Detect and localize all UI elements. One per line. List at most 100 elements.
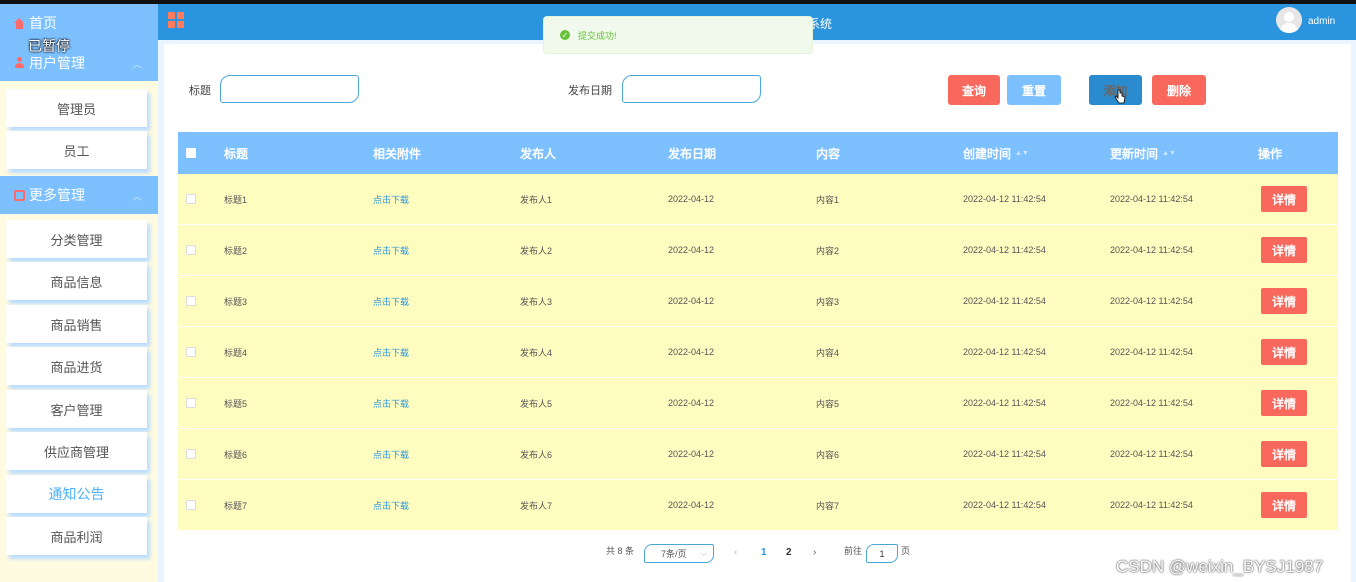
page-suffix: 页 [901, 546, 911, 556]
sidebar-item-product-info[interactable]: 商品信息 [6, 262, 147, 300]
check-circle-icon: ✓ [560, 30, 570, 40]
download-link[interactable]: 点击下载 [373, 429, 409, 479]
sidebar-item-purchase[interactable]: 商品进货 [6, 347, 147, 385]
more-icon [14, 189, 25, 201]
page-button-2[interactable]: 2 [786, 547, 792, 558]
col-attachment: 相关附件 [373, 146, 422, 161]
delete-button[interactable]: 删除 [1152, 75, 1206, 105]
download-link[interactable]: 点击下载 [373, 480, 409, 530]
cell-publish-date: 2022-04-12 [668, 449, 715, 459]
next-page-button[interactable]: › [813, 547, 816, 558]
cell-updated: 2022-04-12 11:42:54 [1110, 500, 1193, 510]
row-checkbox[interactable] [186, 194, 196, 204]
row-checkbox[interactable] [186, 500, 196, 510]
sidebar-item-notice[interactable]: 通知公告 [6, 475, 147, 513]
cell-content: 内容1 [816, 194, 840, 205]
table-row: 标题3 点击下载 发布人3 2022-04-12 内容3 2022-04-12 11:42… [178, 276, 1338, 327]
title-filter-input[interactable] [220, 75, 359, 103]
page-size-value: 7条/页 [661, 549, 687, 559]
download-link[interactable]: 点击下载 [373, 225, 409, 275]
cell-content: 内容7 [816, 500, 840, 511]
sidebar-item-home[interactable]: 首页 [14, 13, 57, 33]
cell-content: 内容3 [816, 296, 840, 307]
watermark: CSDN @weixin_BYSJ1987 [1116, 557, 1324, 576]
cell-title: 标题5 [224, 398, 248, 409]
date-filter-input[interactable] [622, 75, 761, 103]
detail-button[interactable]: 详情 [1261, 339, 1307, 365]
cell-created: 2022-04-12 11:42:54 [963, 449, 1046, 459]
cell-updated: 2022-04-12 11:42:54 [1110, 449, 1193, 459]
cell-title: 标题4 [224, 347, 248, 358]
goto-label: 前往 [844, 546, 863, 556]
cell-updated: 2022-04-12 11:42:54 [1110, 245, 1193, 255]
row-checkbox[interactable] [186, 296, 196, 306]
cell-title: 标题3 [224, 296, 248, 307]
col-content: 内容 [816, 146, 841, 161]
menu-grid-icon[interactable] [168, 12, 184, 28]
cell-updated: 2022-04-12 11:42:54 [1110, 347, 1193, 357]
chevron-up-icon[interactable]: ︿ [132, 188, 142, 203]
cell-publisher: 发布人7 [520, 500, 553, 511]
select-all-checkbox[interactable] [186, 148, 196, 158]
row-checkbox[interactable] [186, 245, 196, 255]
cell-created: 2022-04-12 11:42:54 [963, 500, 1046, 510]
detail-button[interactable]: 详情 [1261, 441, 1307, 467]
cell-content: 内容6 [816, 449, 840, 460]
sidebar-item-sales[interactable]: 商品销售 [6, 305, 147, 343]
row-checkbox[interactable] [186, 449, 196, 459]
row-checkbox[interactable] [186, 347, 196, 357]
sort-icon[interactable]: ▲▼ [1162, 150, 1176, 157]
detail-button[interactable]: 详情 [1261, 288, 1307, 314]
reset-button[interactable]: 重置 [1007, 75, 1061, 105]
title-filter-label: 标题 [189, 85, 211, 97]
download-link[interactable]: 点击下载 [373, 174, 409, 224]
prev-page-button[interactable]: ‹ [734, 547, 737, 558]
hand-cursor-icon [1114, 89, 1126, 104]
sidebar-item-supplier[interactable]: 供应商管理 [6, 432, 147, 470]
username[interactable]: admin [1308, 16, 1335, 27]
query-button[interactable]: 查询 [948, 75, 1000, 105]
sidebar-item-customer[interactable]: 客户管理 [6, 390, 147, 428]
col-publish-date: 发布日期 [668, 146, 717, 161]
chevron-up-icon[interactable]: ︿ [132, 56, 142, 71]
download-link[interactable]: 点击下载 [373, 276, 409, 326]
detail-button[interactable]: 详情 [1261, 492, 1307, 518]
detail-button[interactable]: 详情 [1261, 186, 1307, 212]
content-panel: 标题 发布日期 查询 重置 添加 删除 标题 相关附件 发布人 发布日期 内容 … [164, 44, 1351, 582]
download-link[interactable]: 点击下载 [373, 327, 409, 377]
page-button-1[interactable]: 1 [761, 547, 767, 558]
pagination-total: 共 8 条 [606, 546, 635, 556]
goto-page-input[interactable]: 1 [866, 544, 898, 563]
cell-publisher: 发布人2 [520, 245, 553, 256]
col-action: 操作 [1258, 146, 1283, 161]
main-area: 标题 发布日期 查询 重置 添加 删除 标题 相关附件 发布人 发布日期 内容 … [158, 40, 1356, 582]
cell-publisher: 发布人4 [520, 347, 553, 358]
detail-button[interactable]: 详情 [1261, 237, 1307, 263]
cell-updated: 2022-04-12 11:42:54 [1110, 398, 1193, 408]
cell-content: 内容5 [816, 398, 840, 409]
detail-button[interactable]: 详情 [1261, 390, 1307, 416]
sidebar-item-category[interactable]: 分类管理 [6, 220, 147, 258]
home-label: 首页 [29, 15, 57, 31]
success-toast: ✓ 提交成功! [543, 16, 813, 54]
table-row: 标题2 点击下载 发布人2 2022-04-12 内容2 2022-04-12 11:42… [178, 225, 1338, 276]
download-link[interactable]: 点击下载 [373, 378, 409, 428]
cell-title: 标题7 [224, 500, 248, 511]
col-created[interactable]: 创建时间 ▲▼ [963, 132, 1029, 174]
sidebar-group-more[interactable]: 更多管理 ︿ [0, 176, 158, 214]
sidebar-item-admin[interactable]: 管理员 [6, 89, 147, 127]
sort-icon[interactable]: ▲▼ [1015, 150, 1029, 157]
user-icon [14, 57, 25, 69]
cell-created: 2022-04-12 11:42:54 [963, 347, 1046, 357]
cell-created: 2022-04-12 11:42:54 [963, 194, 1046, 204]
sidebar-item-staff[interactable]: 员工 [6, 131, 147, 169]
sidebar-group-user[interactable]: 用户管理 [14, 53, 85, 73]
cell-updated: 2022-04-12 11:42:54 [1110, 194, 1193, 204]
cell-publisher: 发布人1 [520, 194, 553, 205]
row-checkbox[interactable] [186, 398, 196, 408]
table-row: 标题1 点击下载 发布人1 2022-04-12 内容1 2022-04-12 11:42… [178, 174, 1338, 225]
col-updated[interactable]: 更新时间 ▲▼ [1110, 132, 1176, 174]
sidebar-item-profit[interactable]: 商品利润 [6, 517, 147, 555]
avatar[interactable] [1276, 7, 1302, 33]
page-size-select[interactable]: 7条/页 ⌵ [644, 544, 714, 563]
